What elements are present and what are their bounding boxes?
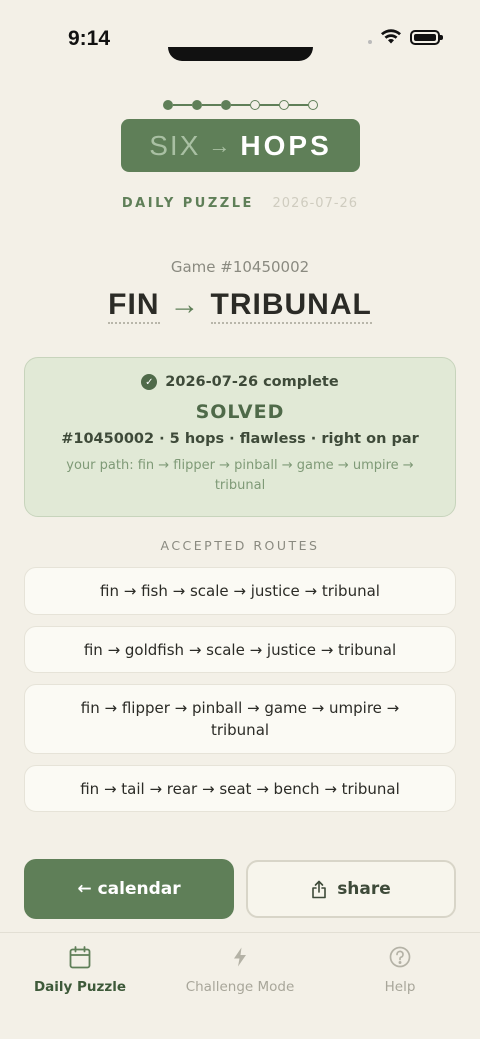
tab-label: Help — [384, 979, 416, 995]
device-notch — [168, 47, 313, 61]
progress-dot-filled — [220, 100, 231, 110]
progress-dot-empty — [307, 100, 318, 110]
tab-help[interactable]: Help — [320, 943, 480, 995]
tab-label: Challenge Mode — [185, 979, 295, 995]
signal-icon — [368, 40, 372, 44]
logo-hops: HOPS — [240, 129, 332, 161]
share-button-label: share — [337, 879, 391, 899]
progress-connector — [230, 104, 250, 106]
share-button[interactable]: share — [246, 860, 456, 918]
progress-dot-filled — [191, 100, 202, 110]
progress-indicator — [0, 100, 480, 110]
complete-row: ✓ 2026-07-26 complete — [25, 374, 455, 390]
route-item: fin → fish → scale → justice → tribunal — [24, 567, 456, 615]
logo-arrow: → — [208, 132, 233, 158]
start-word[interactable]: FIN — [108, 288, 160, 324]
route-item: fin → flipper → pinball → game → umpire … — [24, 684, 456, 754]
tab-daily-puzzle[interactable]: Daily Puzzle — [0, 943, 160, 995]
daily-header: DAILY PUZZLE 2026-07-26 — [0, 196, 480, 211]
status-bar: 9:14 — [0, 0, 480, 70]
share-icon — [312, 880, 326, 898]
daily-date: 2026-07-26 — [272, 196, 359, 211]
calendar-button[interactable]: ← calendar — [24, 859, 234, 919]
logo-six: SIX — [149, 129, 201, 161]
progress-dot-empty — [249, 100, 260, 110]
status-time: 9:14 — [68, 27, 111, 50]
help-icon — [389, 946, 411, 968]
battery-icon — [410, 29, 443, 45]
calendar-icon — [69, 945, 91, 968]
solved-status: SOLVED — [195, 401, 285, 423]
complete-text: 2026-07-26 complete — [165, 374, 339, 390]
lightning-icon — [234, 947, 246, 967]
status-icons — [368, 29, 443, 45]
progress-connector — [288, 104, 308, 106]
daily-label: DAILY PUZZLE — [121, 196, 254, 211]
puzzle-title: FIN → TRIBUNAL — [0, 288, 480, 324]
route-item: fin → tail → rear → seat → bench → tribu… — [24, 765, 456, 812]
tab-challenge-mode[interactable]: Challenge Mode — [160, 943, 320, 995]
tab-label: Daily Puzzle — [33, 979, 127, 995]
progress-connector — [201, 104, 221, 106]
route-item: fin → goldfish → scale → justice → tribu… — [24, 626, 456, 673]
progress-dot-filled — [162, 100, 173, 110]
check-circle-icon: ✓ — [141, 374, 158, 390]
app-logo: SIX → HOPS — [121, 119, 360, 172]
calendar-button-label: calendar — [97, 879, 181, 899]
progress-connector — [259, 104, 279, 106]
arrow-left-icon: ← — [77, 879, 92, 899]
arrow-icon: → — [169, 288, 201, 321]
progress-connector — [172, 104, 192, 106]
progress-dot-empty — [278, 100, 289, 110]
game-number: Game #10450002 — [170, 258, 310, 276]
routes-heading: ACCEPTED ROUTES — [160, 538, 320, 553]
user-path: your path: fin → flipper → pinball → gam… — [66, 458, 414, 493]
tab-bar: Daily Puzzle Challenge Mode Help — [0, 932, 480, 1039]
result-card: ✓ 2026-07-26 complete SOLVED #10450002 ·… — [24, 357, 456, 517]
result-stats: #10450002 · 5 hops · flawless · right on… — [61, 431, 419, 447]
end-word[interactable]: TRIBUNAL — [210, 288, 372, 324]
wifi-icon — [381, 29, 401, 44]
